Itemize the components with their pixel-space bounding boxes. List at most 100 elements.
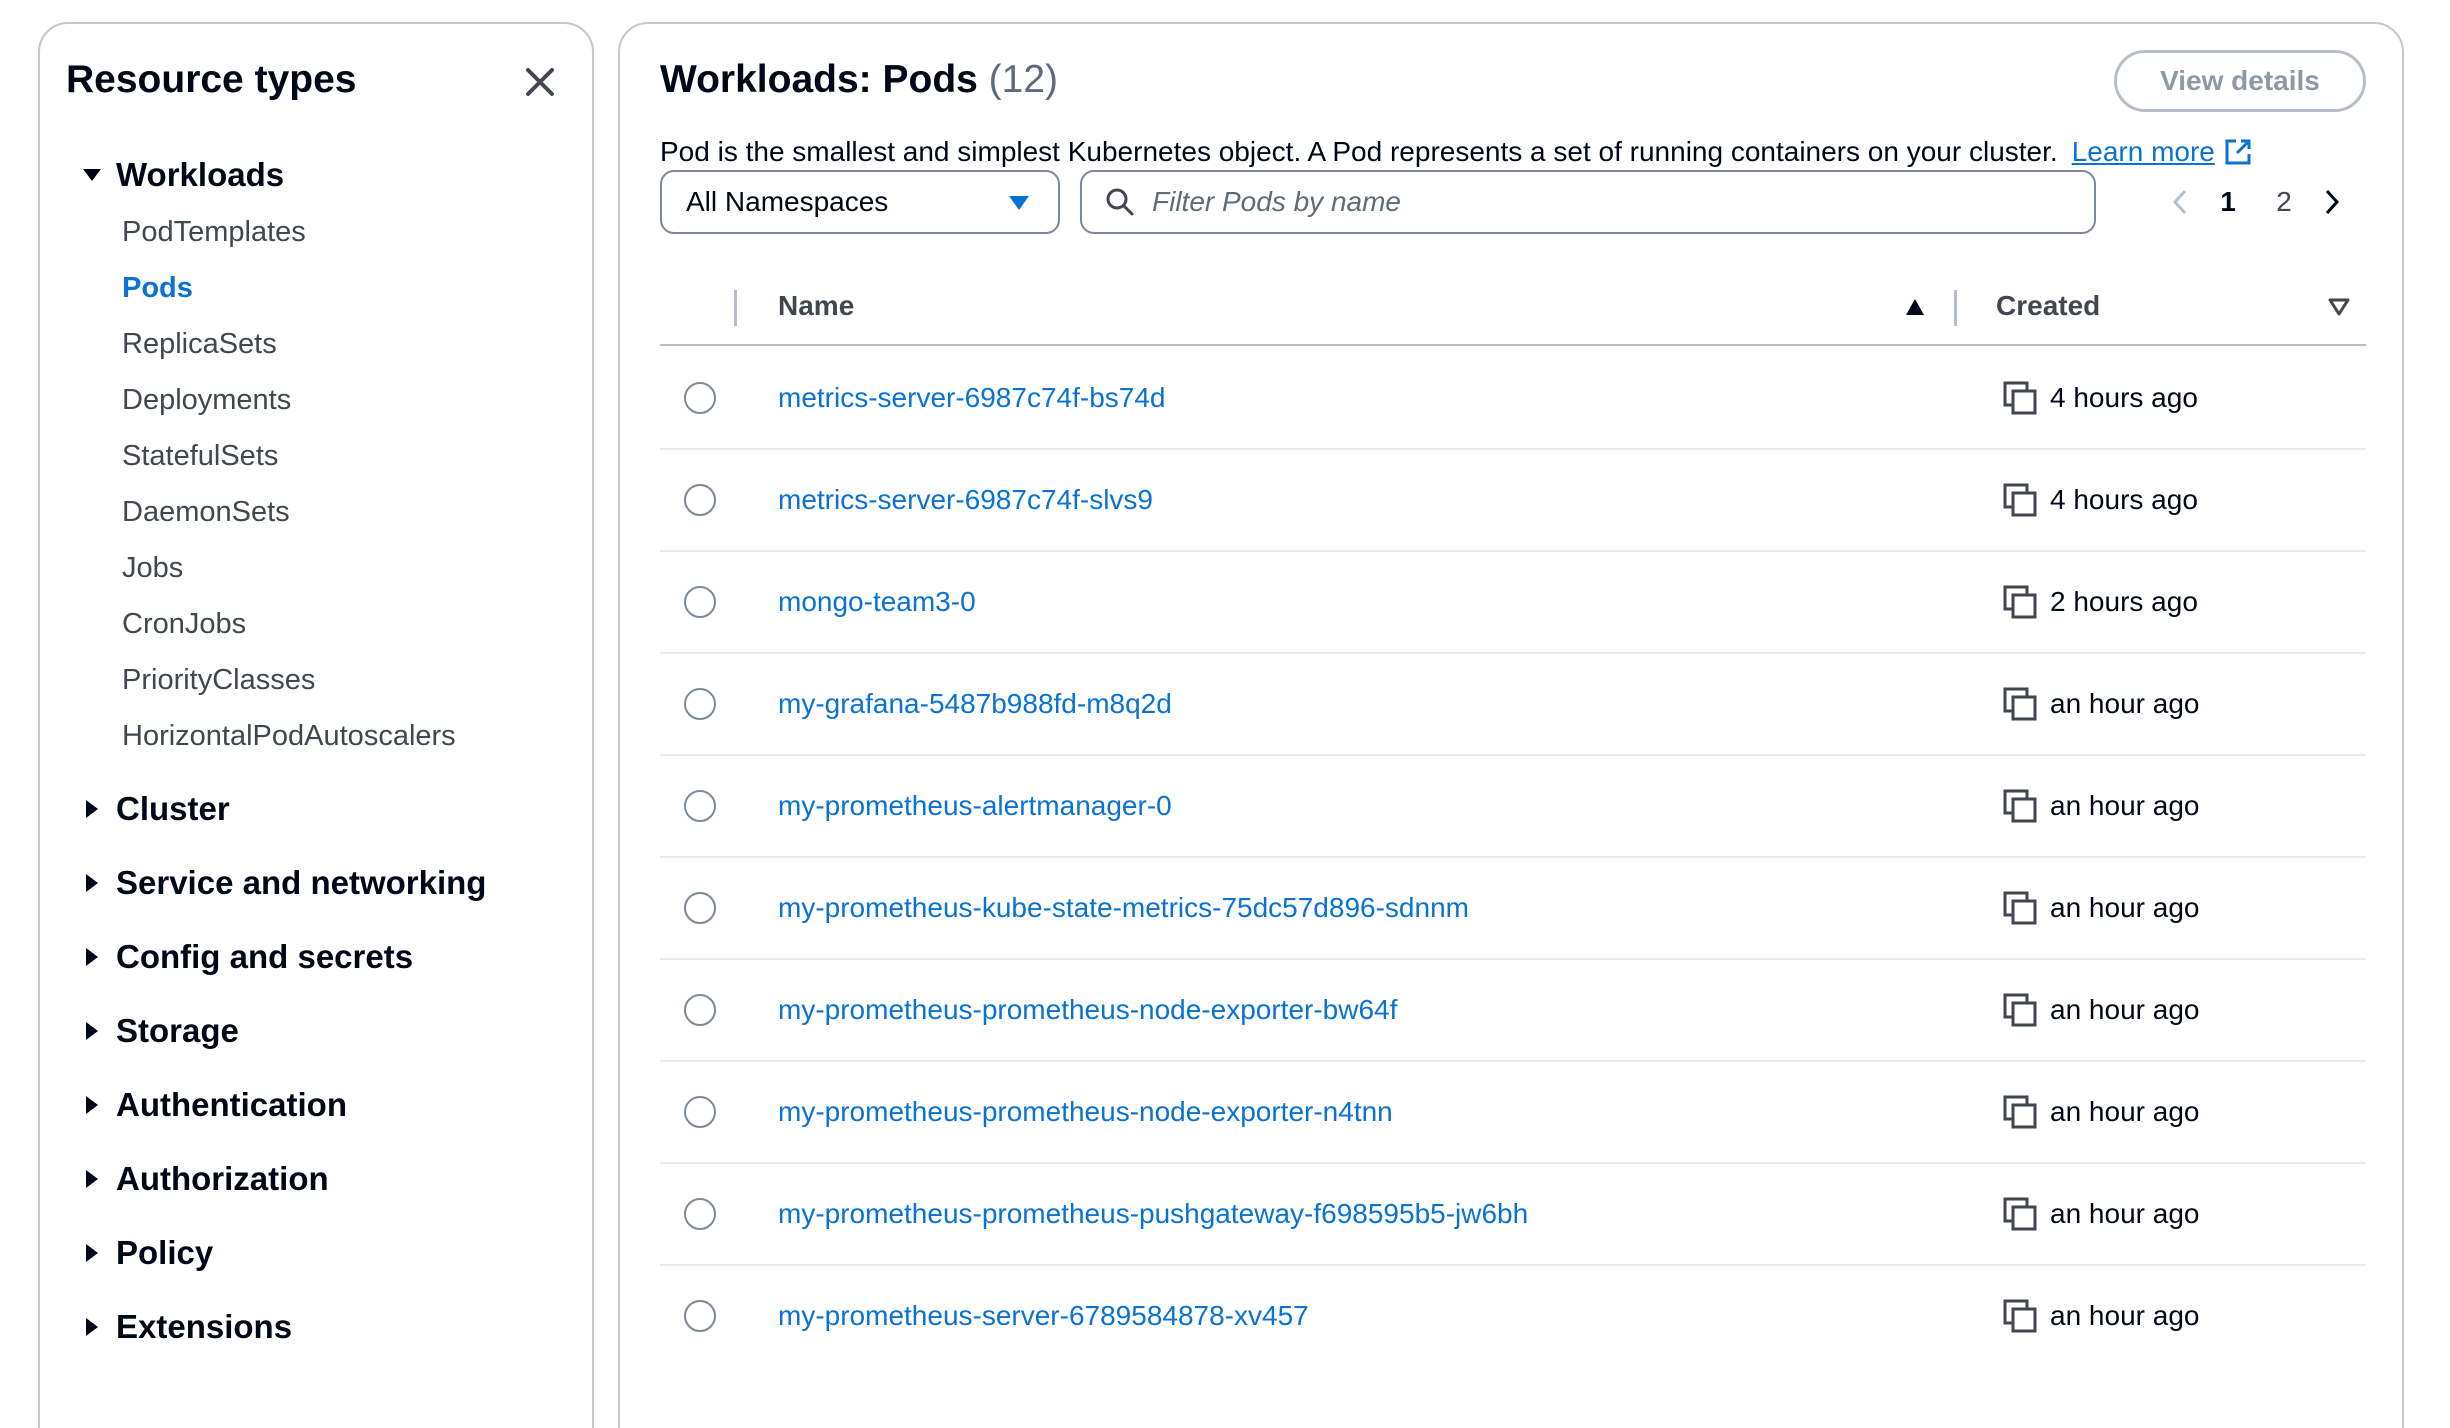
pod-name-link[interactable]: my-prometheus-server-6789584878-xv457 — [778, 1300, 1309, 1332]
panel-title: Resource types — [66, 58, 357, 101]
page-title-text: Workloads: Pods — [660, 58, 978, 101]
search-icon — [1104, 186, 1136, 218]
row-radio[interactable] — [684, 484, 716, 516]
table-row: my-grafana-5487b988fd-m8q2d an hour ago — [660, 654, 2366, 756]
nav-group-policy[interactable]: Policy — [82, 1228, 213, 1278]
copy-icon[interactable] — [2002, 1196, 2038, 1232]
table-row: my-prometheus-prometheus-pushgateway-f69… — [660, 1164, 2366, 1266]
nav-group-label: Workloads — [116, 156, 285, 193]
pod-name-link[interactable]: mongo-team3-0 — [778, 586, 976, 618]
column-header-name[interactable]: Name — [778, 290, 854, 322]
external-link-icon[interactable] — [2223, 137, 2253, 167]
nav-group-label: Authorization — [116, 1160, 329, 1197]
pod-count: (12) — [988, 58, 1059, 101]
table-row: my-prometheus-kube-state-metrics-75dc57d… — [660, 858, 2366, 960]
learn-more-link[interactable]: Learn more — [2072, 136, 2215, 168]
caret-right-icon — [82, 1014, 116, 1048]
column-header-created[interactable]: Created — [1996, 290, 2100, 322]
pagination: 1 2 — [2160, 174, 2352, 230]
resource-types-panel: Resource types Workloads PodTemplates Po… — [38, 22, 594, 1428]
page-1-button[interactable]: 1 — [2200, 186, 2256, 218]
row-radio[interactable] — [684, 688, 716, 720]
pod-name-link[interactable]: my-prometheus-kube-state-metrics-75dc57d… — [778, 892, 1469, 924]
caret-right-icon — [82, 866, 116, 900]
row-radio[interactable] — [684, 994, 716, 1026]
row-radio[interactable] — [684, 1198, 716, 1230]
chevron-right-icon[interactable] — [2312, 174, 2352, 230]
table-row: mongo-team3-0 2 hours ago — [660, 552, 2366, 654]
row-radio[interactable] — [684, 790, 716, 822]
row-radio[interactable] — [684, 586, 716, 618]
nav-item-replicasets[interactable]: ReplicaSets — [122, 328, 277, 361]
nav-group-label: Authentication — [116, 1086, 347, 1123]
pod-name-link[interactable]: metrics-server-6987c74f-bs74d — [778, 382, 1166, 414]
row-radio[interactable] — [684, 892, 716, 924]
nav-item-priorityclasses[interactable]: PriorityClasses — [122, 664, 315, 697]
nav-item-statefulsets[interactable]: StatefulSets — [122, 440, 278, 473]
nav-group-cluster[interactable]: Cluster — [82, 784, 230, 834]
nav-group-authentication[interactable]: Authentication — [82, 1080, 347, 1130]
nav-group-config-and-secrets[interactable]: Config and secrets — [82, 932, 413, 982]
created-time: 4 hours ago — [2050, 382, 2198, 413]
copy-icon[interactable] — [2002, 890, 2038, 926]
nav-item-deployments[interactable]: Deployments — [122, 384, 291, 417]
pod-name-link[interactable]: my-grafana-5487b988fd-m8q2d — [778, 688, 1172, 720]
nav-group-extensions[interactable]: Extensions — [82, 1302, 292, 1352]
row-radio[interactable] — [684, 382, 716, 414]
created-time: an hour ago — [2050, 1198, 2200, 1229]
nav-group-label: Policy — [116, 1234, 214, 1271]
row-radio[interactable] — [684, 1300, 716, 1332]
copy-icon[interactable] — [2002, 380, 2038, 416]
row-radio[interactable] — [684, 1096, 716, 1128]
view-details-button[interactable]: View details — [2114, 50, 2366, 112]
copy-icon[interactable] — [2002, 992, 2038, 1028]
nav-group-label: Cluster — [116, 790, 230, 827]
nav-item-podtemplates[interactable]: PodTemplates — [122, 216, 306, 249]
sort-descending-icon[interactable] — [2328, 298, 2350, 316]
nav-item-pods[interactable]: Pods — [122, 272, 193, 305]
nav-group-storage[interactable]: Storage — [82, 1006, 239, 1056]
table-row: my-prometheus-server-6789584878-xv457 an… — [660, 1266, 2366, 1368]
created-time: an hour ago — [2050, 1096, 2200, 1127]
pod-name-link[interactable]: my-prometheus-prometheus-pushgateway-f69… — [778, 1198, 1528, 1230]
nav-group-service-and-networking[interactable]: Service and networking — [82, 858, 486, 908]
table-row: my-prometheus-prometheus-node-exporter-n… — [660, 1062, 2366, 1164]
caret-right-icon — [82, 1162, 116, 1196]
description-text: Pod is the smallest and simplest Kuberne… — [660, 136, 2058, 167]
pods-panel: Workloads: Pods (12) View details Pod is… — [618, 22, 2404, 1428]
nav-item-jobs[interactable]: Jobs — [122, 552, 183, 585]
copy-icon[interactable] — [2002, 482, 2038, 518]
pod-name-link[interactable]: my-prometheus-prometheus-node-exporter-b… — [778, 994, 1397, 1026]
chevron-left-icon[interactable] — [2160, 174, 2200, 230]
table-row: metrics-server-6987c74f-slvs9 4 hours ag… — [660, 450, 2366, 552]
nav-item-daemonsets[interactable]: DaemonSets — [122, 496, 290, 529]
page-2-button[interactable]: 2 — [2256, 186, 2312, 218]
copy-icon[interactable] — [2002, 1094, 2038, 1130]
nav-item-cronjobs[interactable]: CronJobs — [122, 608, 246, 641]
nav-group-authorization[interactable]: Authorization — [82, 1154, 329, 1204]
pod-name-link[interactable]: my-prometheus-alertmanager-0 — [778, 790, 1172, 822]
copy-icon[interactable] — [2002, 788, 2038, 824]
caret-right-icon — [82, 1310, 116, 1344]
pod-name-link[interactable]: metrics-server-6987c74f-slvs9 — [778, 484, 1153, 516]
created-time: an hour ago — [2050, 790, 2200, 821]
sort-ascending-icon[interactable] — [1905, 298, 1925, 316]
created-time: 4 hours ago — [2050, 484, 2198, 515]
filter-pods-input[interactable] — [1152, 186, 2052, 218]
created-time: an hour ago — [2050, 892, 2200, 923]
nav-group-label: Service and networking — [116, 864, 487, 901]
column-divider — [734, 290, 737, 326]
created-time: an hour ago — [2050, 1300, 2200, 1331]
copy-icon[interactable] — [2002, 584, 2038, 620]
pod-name-link[interactable]: my-prometheus-prometheus-node-exporter-n… — [778, 1096, 1393, 1128]
namespace-select[interactable]: All Namespaces — [660, 170, 1060, 234]
close-icon[interactable] — [520, 62, 560, 102]
copy-icon[interactable] — [2002, 1298, 2038, 1334]
nav-item-horizontalpodautoscalers[interactable]: HorizontalPodAutoscalers — [122, 720, 456, 753]
copy-icon[interactable] — [2002, 686, 2038, 722]
nav-group-label: Extensions — [116, 1308, 293, 1345]
nav-group-label: Storage — [116, 1012, 239, 1049]
nav-group-workloads[interactable]: Workloads — [82, 150, 284, 200]
column-divider[interactable] — [1954, 290, 1957, 326]
filter-pods-field[interactable] — [1080, 170, 2096, 234]
